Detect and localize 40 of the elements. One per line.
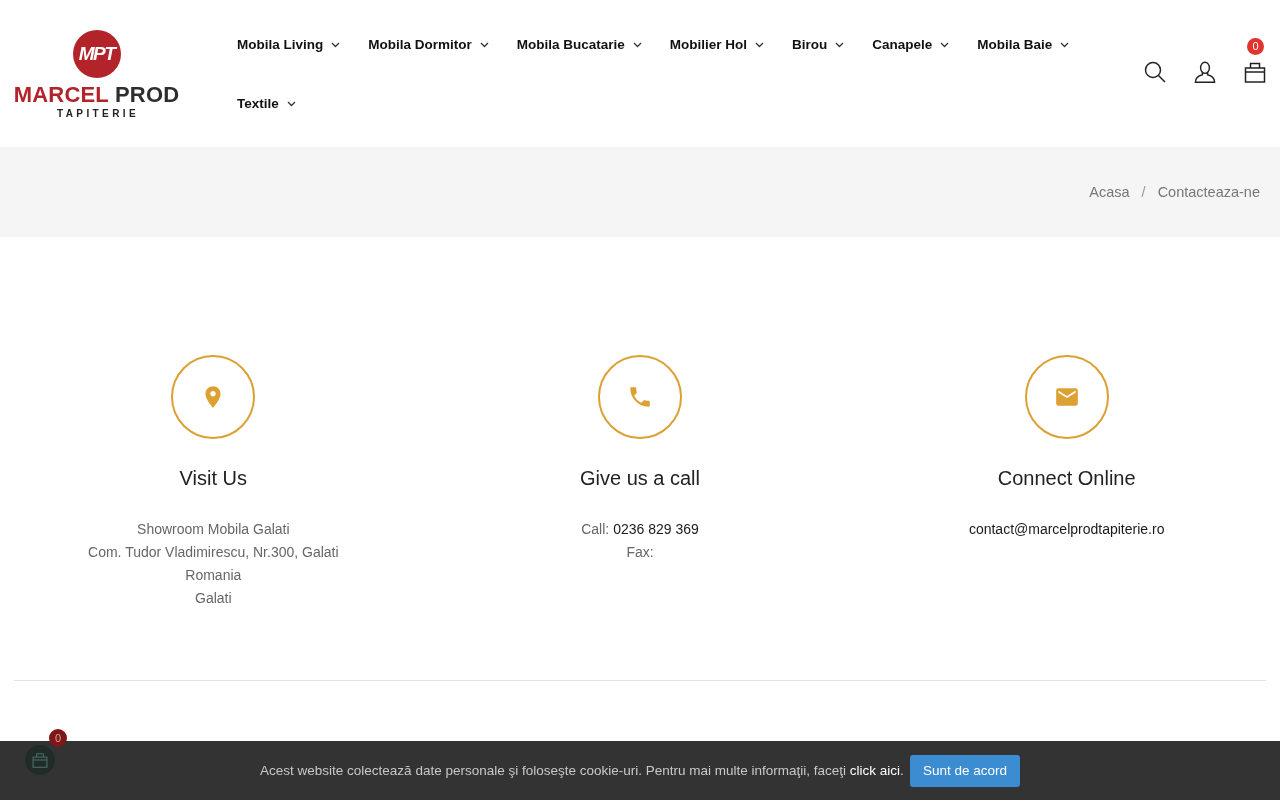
cart-button[interactable] [1244, 61, 1266, 83]
nav-menu-item[interactable]: Mobilier Hol [669, 15, 765, 74]
search-button[interactable] [1144, 61, 1166, 83]
contact-text: Galati [195, 590, 232, 606]
email-link[interactable]: contact@marcelprodtapiterie.ro [968, 521, 1165, 537]
nav-menu-item[interactable]: Mobila Dormitor [368, 15, 489, 74]
contact-card-title: Connect Online [997, 466, 1136, 490]
account-button[interactable] [1194, 61, 1216, 83]
nav-menu-item[interactable]: Textile [237, 74, 296, 133]
contact-text: Com. Tudor Vladimirescu, Nr.300, Galati [88, 544, 339, 560]
contact-label: Call: [581, 521, 610, 537]
phone-icon [598, 355, 682, 439]
logo-monogram[interactable]: MPT [72, 30, 121, 78]
nav-menu-item[interactable]: Mobila Bucatarie [516, 15, 642, 74]
bag-icon [32, 752, 48, 768]
search-icon [1144, 61, 1166, 83]
user-icon [1194, 61, 1216, 83]
mail-icon [1024, 355, 1109, 439]
nav-menu-item[interactable]: Canapele [872, 15, 950, 74]
contact-text: Fax: [626, 544, 654, 560]
logo-wordmark[interactable]: MARCEL PROD [13, 84, 180, 106]
breadcrumb-current: Contacteaza-ne [1157, 184, 1260, 200]
breadcrumb-link[interactable]: Acasa [1089, 184, 1130, 200]
nav-menu-item[interactable]: Mobila Baie [977, 15, 1070, 74]
cart-count-badge: 0 [49, 729, 67, 747]
cart-count-badge: 0 [1247, 38, 1264, 55]
nav-menu-item[interactable]: Mobila Living [237, 15, 341, 74]
breadcrumb-separator: / [1141, 184, 1146, 200]
cookie-policy-link[interactable]: click aici [849, 763, 901, 778]
map-pin-icon [171, 355, 256, 439]
contact-text: Showroom Mobila Galati [137, 521, 290, 537]
accept-cookies-button[interactable]: Sunt de acord [909, 754, 1020, 787]
cookie-notice: Acest website colectează date personale şi foloseşte cookie-uri. Pentru mai multe informaţii, faceţi click aici. [260, 763, 904, 778]
contact-card-title: Visit Us [179, 466, 248, 490]
logo-tagline[interactable]: TAPITERIE [53, 108, 140, 119]
contact-text: Romania [185, 567, 242, 583]
phone-link[interactable]: 0236 829 369 [613, 521, 699, 537]
nav-menu-item[interactable]: Birou [792, 15, 845, 74]
contact-card-title: Give us a call [579, 466, 700, 490]
bag-icon [1244, 61, 1266, 83]
